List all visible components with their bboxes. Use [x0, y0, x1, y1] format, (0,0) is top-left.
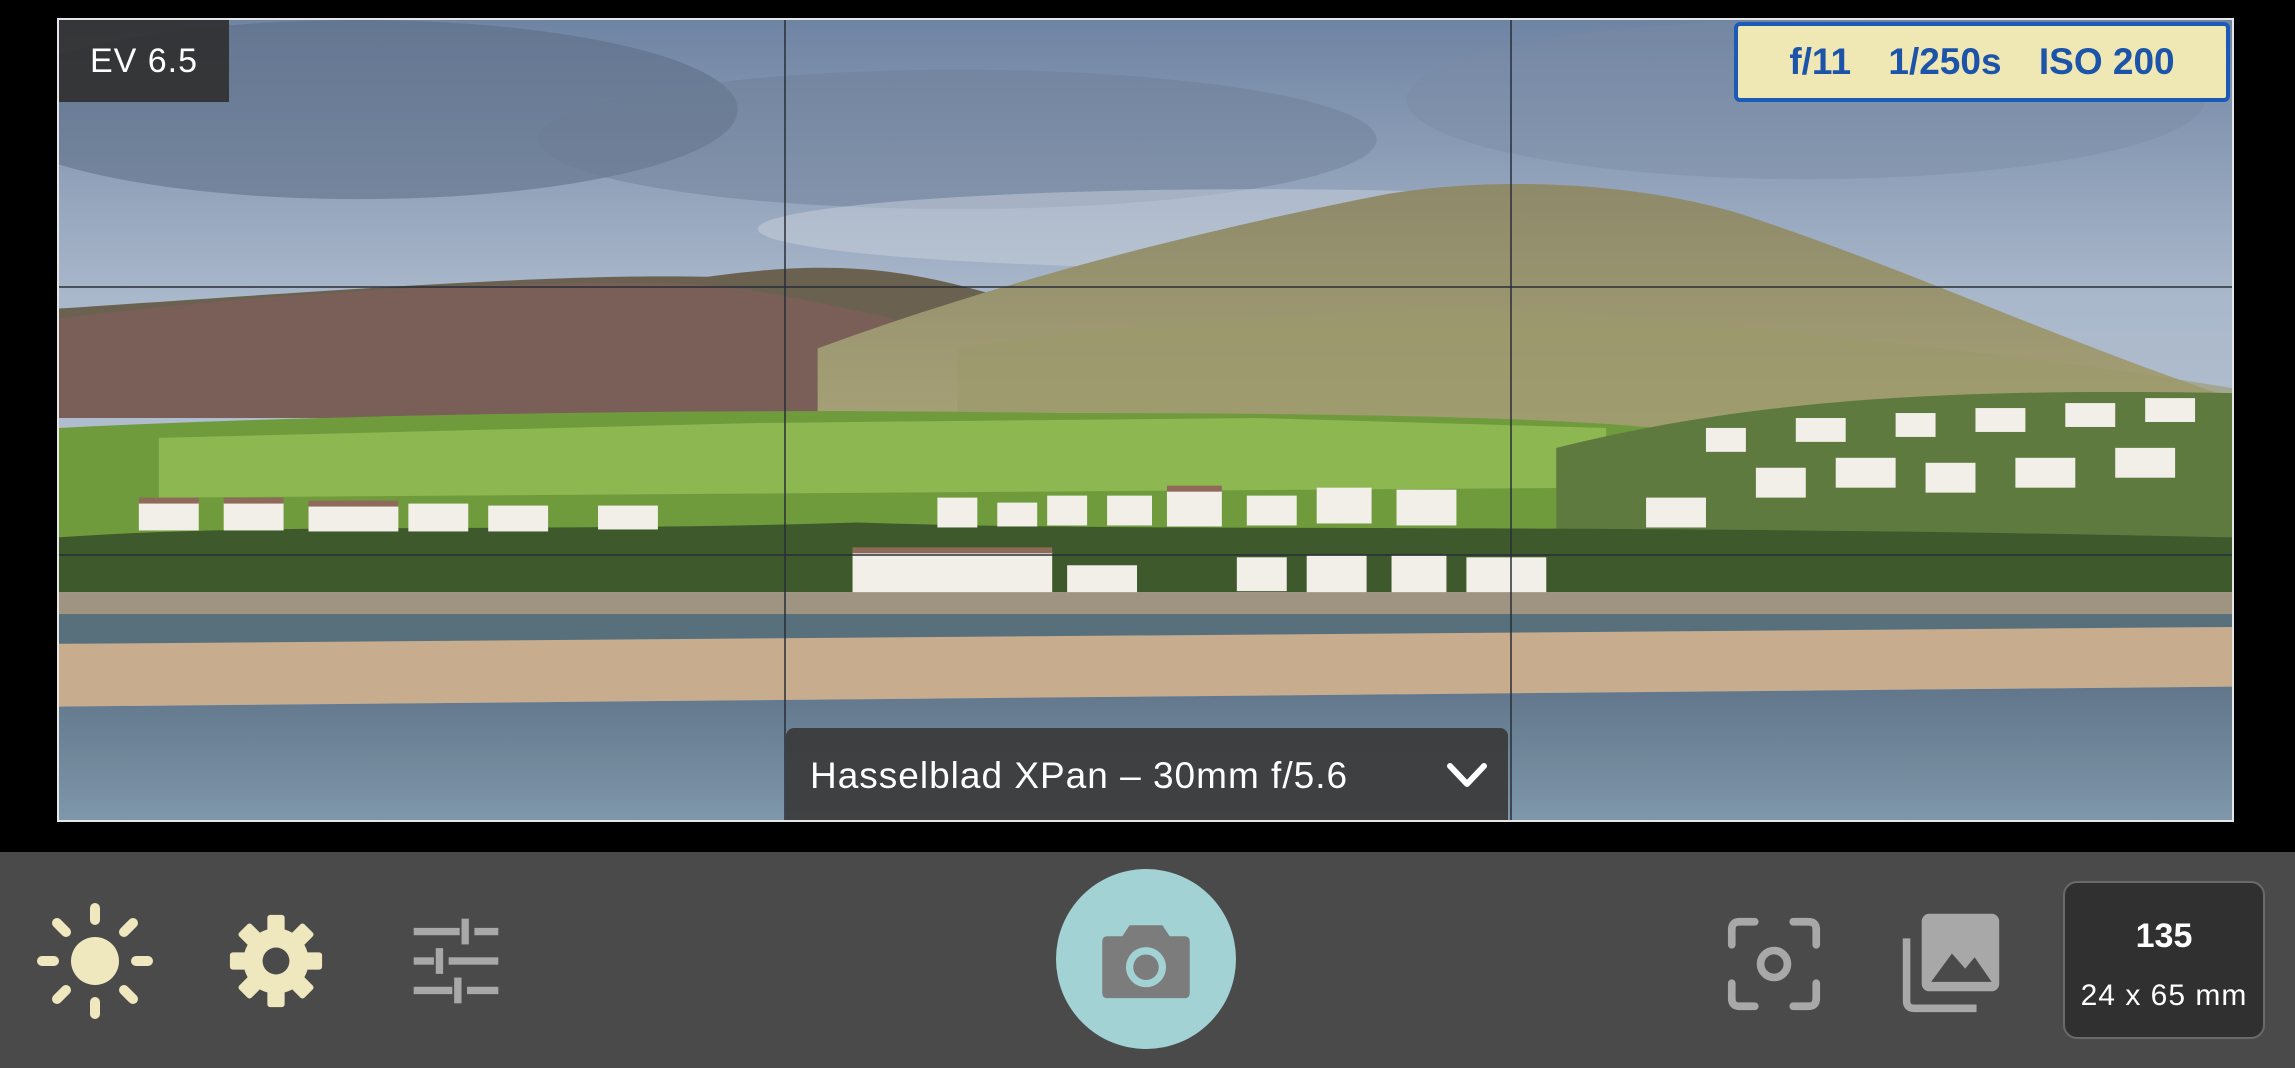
chevron-down-icon	[1447, 763, 1487, 787]
landscape-preview-image	[59, 20, 2232, 820]
camera-icon	[1102, 925, 1190, 999]
light-meter-app: EV 6.5 f/11 1/250s ISO 200 Hasselblad XP…	[0, 0, 2295, 1068]
ev-readout: EV 6.5	[59, 20, 229, 102]
grid-line-vertical-2	[1510, 20, 1512, 820]
film-format-button[interactable]: 135 24 x 65 mm	[2063, 881, 2265, 1039]
iso-value: ISO 200	[2038, 41, 2175, 82]
lens-selector-label: Hasselblad XPan – 30mm f/5.6	[810, 755, 1349, 796]
focus-target-icon[interactable]	[1722, 912, 1826, 1016]
exposure-readout[interactable]: f/11 1/250s ISO 200	[1734, 22, 2230, 102]
gallery-icon[interactable]	[1896, 906, 2006, 1018]
grid-line-vertical-1	[784, 20, 786, 820]
aperture-value: f/11	[1789, 41, 1852, 82]
gear-icon[interactable]	[226, 902, 326, 1020]
shutter-speed-value: 1/250s	[1888, 41, 2002, 82]
grid-line-horizontal-1	[59, 286, 2232, 288]
lens-selector-dropdown[interactable]: Hasselblad XPan – 30mm f/5.6	[786, 728, 1508, 820]
camera-viewfinder[interactable]: EV 6.5 f/11 1/250s ISO 200 Hasselblad XP…	[57, 18, 2234, 822]
grid-line-horizontal-2	[59, 554, 2232, 556]
shutter-button[interactable]	[1056, 869, 1236, 1049]
film-format-name: 135	[2135, 917, 2193, 955]
sliders-icon[interactable]	[406, 904, 506, 1018]
film-format-size: 24 x 65 mm	[2080, 979, 2248, 1012]
bottom-toolbar: 135 24 x 65 mm	[0, 852, 2295, 1068]
sun-icon[interactable]	[36, 902, 154, 1020]
